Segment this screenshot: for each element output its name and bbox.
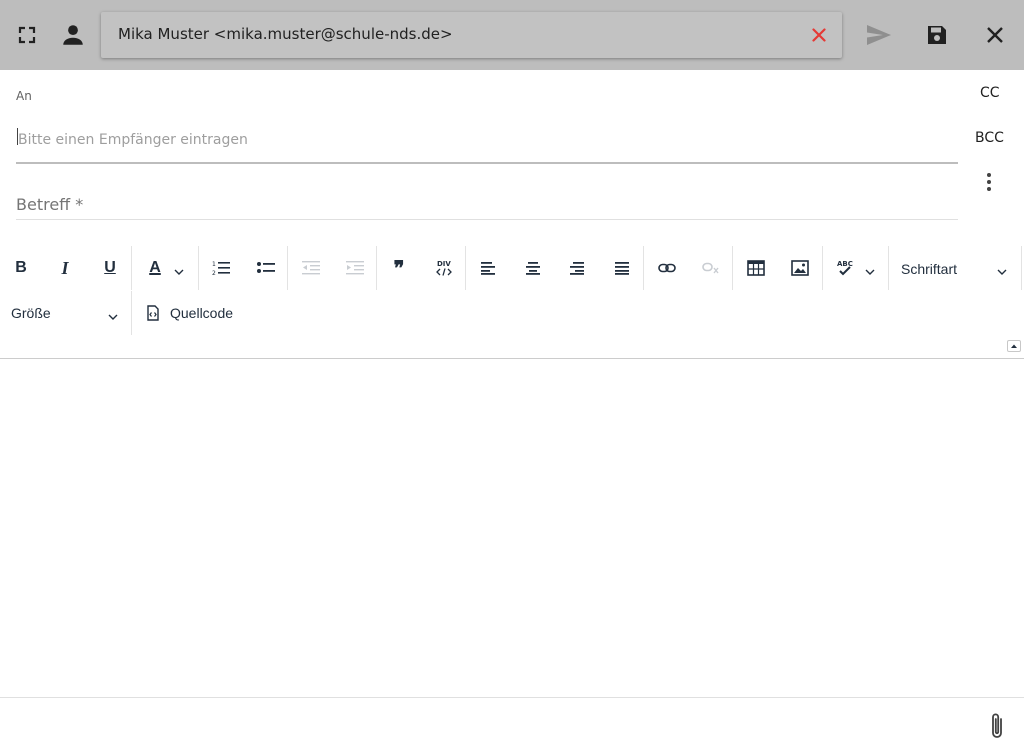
sender-field[interactable]: Mika Muster <mika.muster@schule-nds.de> — [101, 12, 842, 58]
div-code-icon: DIV — [436, 260, 452, 276]
spellcheck-dropdown[interactable] — [864, 262, 876, 281]
spellcheck-icon: ABC — [837, 260, 853, 276]
svg-text:DIV: DIV — [437, 260, 451, 268]
underline-icon: U — [104, 259, 116, 276]
close-button[interactable] — [982, 22, 1008, 48]
person-icon — [63, 25, 83, 45]
sender-identity-button[interactable] — [58, 20, 88, 50]
toolbar-divider — [287, 246, 288, 290]
text-color-button[interactable]: A — [141, 255, 169, 281]
bullet-list-icon — [257, 262, 275, 273]
align-center-button[interactable] — [520, 255, 546, 281]
align-left-button[interactable] — [475, 255, 501, 281]
chevron-down-icon — [174, 269, 184, 275]
table-icon — [747, 260, 765, 276]
svg-text:ABC: ABC — [837, 260, 853, 268]
clear-icon — [812, 28, 826, 42]
paperclip-icon — [992, 713, 1002, 738]
more-vert-icon — [987, 173, 991, 177]
font-size-dropdown[interactable] — [107, 307, 119, 326]
bullet-list-button[interactable] — [253, 255, 279, 281]
text-color-icon: A — [149, 259, 161, 276]
font-size-select[interactable]: Größe — [11, 305, 51, 321]
text-caret — [17, 128, 18, 145]
toolbar-divider — [465, 246, 466, 290]
font-family-dropdown[interactable] — [996, 262, 1008, 281]
chevron-down-icon — [997, 269, 1007, 275]
fullscreen-button[interactable] — [14, 23, 40, 47]
save-draft-button[interactable] — [923, 21, 951, 49]
toolbar-divider — [732, 246, 733, 290]
svg-text:1: 1 — [212, 261, 216, 268]
compose-header: Mika Muster <mika.muster@schule-nds.de> — [0, 0, 1024, 70]
toolbar-divider — [888, 246, 889, 290]
toolbar-divider — [131, 246, 132, 290]
sender-value: Mika Muster <mika.muster@schule-nds.de> — [118, 25, 453, 43]
toolbar-divider — [376, 246, 377, 290]
more-options-button[interactable] — [979, 170, 999, 194]
insert-image-button[interactable] — [787, 255, 813, 281]
send-icon — [867, 25, 891, 45]
save-icon — [928, 26, 946, 44]
toolbar-collapse-button[interactable] — [1007, 340, 1021, 352]
toolbar-divider — [131, 291, 132, 335]
toolbar-divider — [198, 246, 199, 290]
align-left-icon — [481, 262, 495, 275]
insert-div-button[interactable]: DIV — [431, 255, 457, 281]
text-color-dropdown[interactable] — [173, 262, 185, 281]
attach-file-button[interactable] — [986, 711, 1008, 741]
chevron-down-icon — [865, 269, 875, 275]
align-justify-button[interactable] — [609, 255, 635, 281]
indent-button[interactable] — [342, 255, 368, 281]
underline-button[interactable]: U — [97, 255, 123, 281]
remove-link-button[interactable] — [698, 255, 724, 281]
image-icon — [791, 260, 809, 276]
unlink-icon — [702, 262, 719, 274]
italic-icon: I — [61, 257, 69, 278]
caret-up-icon — [1011, 344, 1017, 348]
send-button[interactable] — [863, 21, 895, 49]
subject-input[interactable] — [16, 190, 958, 220]
align-right-button[interactable] — [564, 255, 590, 281]
numbered-list-button[interactable]: 1 2 — [208, 255, 234, 281]
toolbar-divider — [822, 246, 823, 290]
cc-toggle[interactable]: CC — [980, 85, 1000, 101]
font-family-select[interactable]: Schriftart — [901, 261, 957, 277]
blockquote-button[interactable]: ❞ — [386, 255, 412, 281]
bold-icon: B — [15, 259, 27, 276]
align-center-icon — [526, 262, 540, 275]
numbered-list-icon: 1 2 — [212, 261, 230, 276]
toolbar-divider — [643, 246, 644, 290]
align-justify-icon — [615, 262, 629, 275]
message-body-editor[interactable] — [0, 359, 1024, 697]
to-label: An — [16, 89, 32, 103]
bcc-toggle[interactable]: BCC — [975, 130, 1004, 146]
spellcheck-button[interactable]: ABC — [832, 255, 858, 281]
insert-table-button[interactable] — [743, 255, 769, 281]
bold-button[interactable]: B — [8, 255, 34, 281]
chevron-down-icon — [108, 314, 118, 320]
fullscreen-icon — [18, 26, 36, 44]
toolbar-divider — [1021, 246, 1022, 290]
svg-text:2: 2 — [212, 270, 216, 276]
indent-icon — [346, 261, 364, 275]
source-code-label: Quellcode — [170, 305, 234, 321]
outdent-button[interactable] — [298, 255, 324, 281]
clear-sender-button[interactable] — [808, 24, 830, 46]
compose-footer — [0, 697, 1024, 753]
blockquote-icon: ❞ — [393, 257, 405, 280]
insert-link-button[interactable] — [654, 255, 680, 281]
outdent-icon — [302, 261, 320, 275]
to-input[interactable] — [16, 124, 958, 164]
align-right-icon — [570, 262, 584, 275]
link-icon — [658, 263, 676, 273]
source-code-button[interactable]: Quellcode — [142, 300, 262, 326]
close-icon — [987, 27, 1003, 43]
italic-button[interactable]: I — [52, 255, 78, 281]
source-code-icon — [147, 305, 159, 321]
